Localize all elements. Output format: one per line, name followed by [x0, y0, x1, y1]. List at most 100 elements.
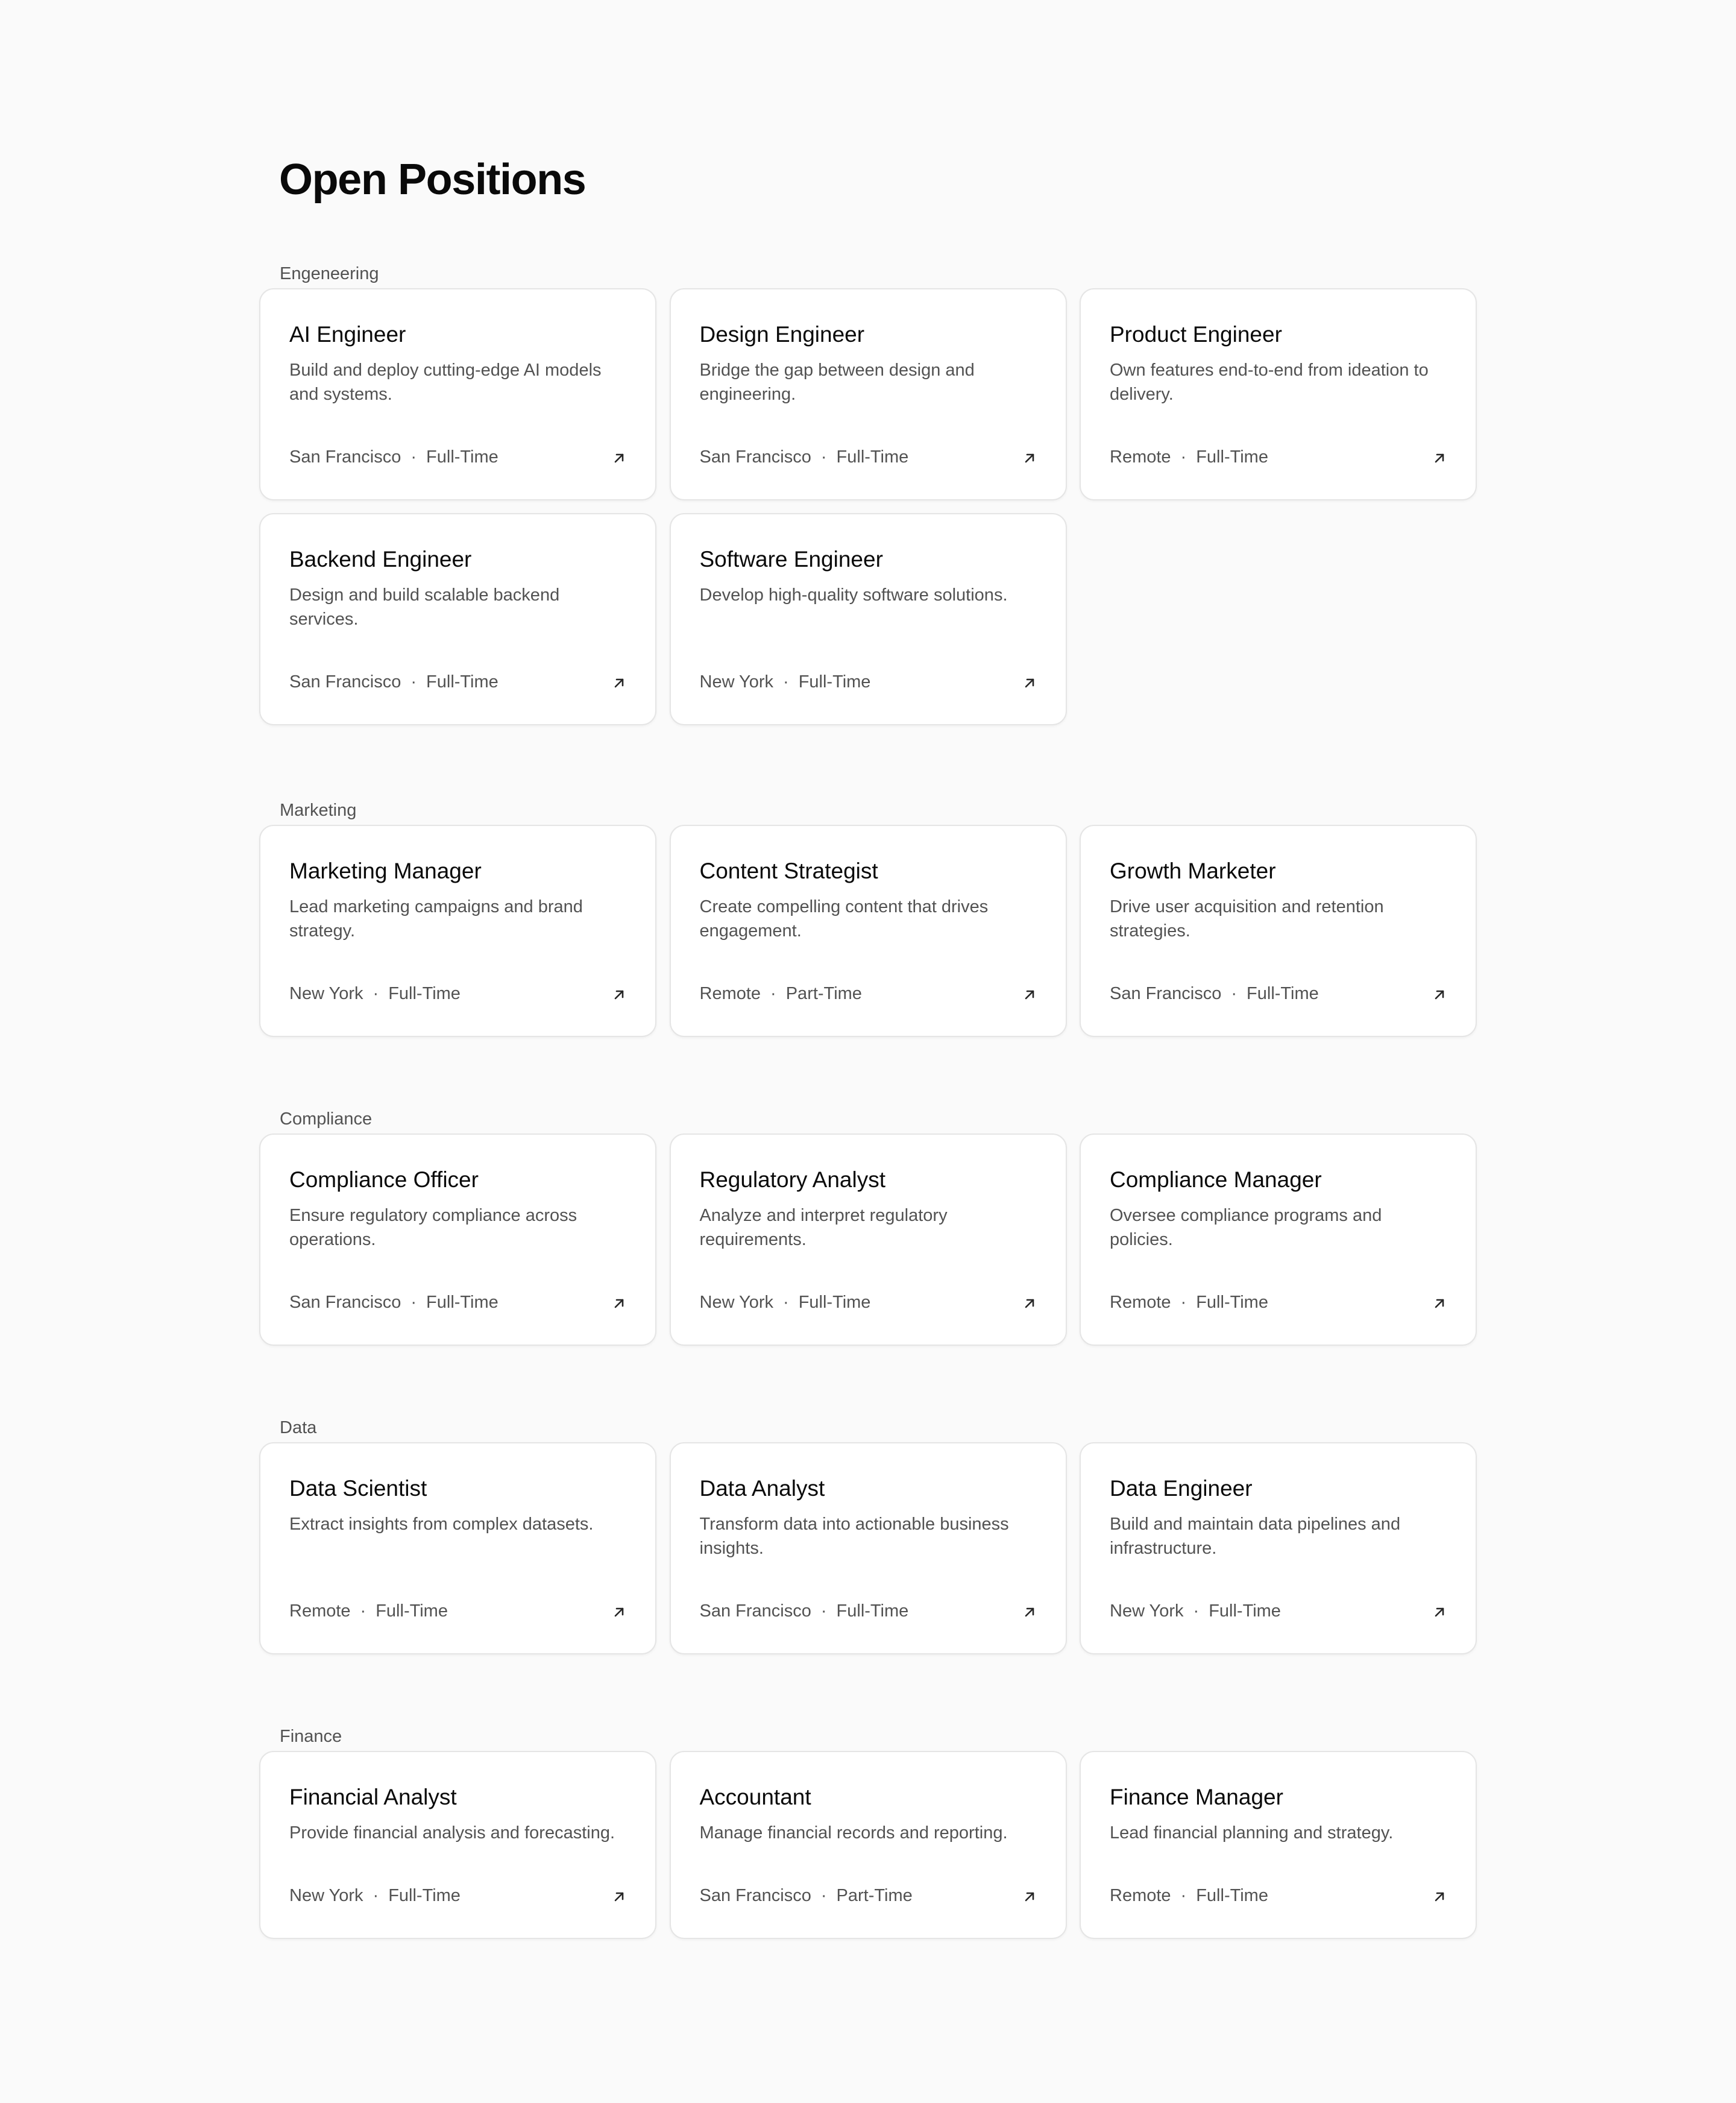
meta-separator: · [770, 984, 776, 1003]
arrow-up-right-icon[interactable] [1022, 1605, 1037, 1619]
job-title: AI Engineer [289, 322, 406, 347]
job-card[interactable]: Financial Analyst Provide financial analy… [259, 1751, 656, 1939]
job-description: Lead financial planning and strategy. [1110, 1823, 1394, 1843]
arrow-up-right-icon[interactable] [1432, 1296, 1447, 1311]
job-location: Remote [1110, 1293, 1171, 1312]
job-location: New York [1110, 1601, 1184, 1621]
job-description: Lead marketing campaigns and brand strat… [289, 897, 583, 941]
meta-separator: · [360, 1601, 366, 1621]
job-location: San Francisco [1110, 984, 1222, 1003]
job-meta: San Francisco · Full-Time [700, 1599, 909, 1623]
meta-separator: · [820, 1601, 827, 1621]
job-location: San Francisco [699, 1886, 811, 1905]
job-card[interactable]: Growth Marketer Drive user acquisition an… [1080, 825, 1477, 1037]
job-location: San Francisco [699, 447, 811, 467]
job-meta: San Francisco · Full-Time [289, 1290, 498, 1314]
job-card[interactable]: Product Engineer Own features end-to-end … [1080, 288, 1477, 500]
job-meta: San Francisco · Full-Time [1110, 982, 1319, 1006]
job-description: Extract insights from complex datasets. [289, 1515, 594, 1534]
job-meta: Remote · Full-Time [1110, 1884, 1268, 1908]
job-card[interactable]: Accountant Manage financial records and r… [669, 1751, 1067, 1939]
arrow-up-right-icon[interactable] [612, 1605, 626, 1619]
job-card[interactable]: Design Engineer Bridge the gap between de… [669, 288, 1067, 500]
job-title: Accountant [699, 1785, 811, 1809]
arrow-up-right-icon[interactable] [1432, 988, 1447, 1002]
job-meta: New York · Full-Time [700, 670, 871, 694]
job-card[interactable]: Finance Manager Lead financial planning a… [1080, 1751, 1477, 1939]
job-type: Full-Time [388, 984, 461, 1003]
arrow-up-right-icon[interactable] [1022, 676, 1037, 690]
job-card[interactable]: AI Engineer Build and deploy cutting-edge… [259, 288, 656, 500]
job-grid: Marketing Manager Lead marketing campaign… [259, 825, 1477, 1037]
job-description: Own features end-to-end from ideation to… [1110, 361, 1429, 404]
job-card[interactable]: Backend Engineer Design and build scalabl… [259, 513, 656, 725]
job-card[interactable]: Regulatory Analyst Analyze and interpret … [669, 1133, 1067, 1346]
job-type: Full-Time [1209, 1601, 1281, 1621]
arrow-up-right-icon[interactable] [1022, 1296, 1037, 1311]
job-card[interactable]: Compliance Manager Oversee compliance pro… [1080, 1133, 1477, 1346]
job-description: Bridge the gap between design and engine… [699, 361, 975, 404]
job-description: Provide financial analysis and forecasti… [289, 1823, 615, 1843]
job-card[interactable]: Software Engineer Develop high-quality so… [669, 513, 1067, 725]
meta-separator: · [1231, 984, 1238, 1003]
job-type: Full-Time [798, 672, 871, 692]
arrow-up-right-icon[interactable] [1022, 451, 1037, 465]
job-title: Product Engineer [1110, 322, 1282, 347]
arrow-up-right-icon[interactable] [1022, 988, 1037, 1002]
job-type: Full-Time [1247, 984, 1319, 1003]
meta-separator: · [1193, 1601, 1200, 1621]
arrow-up-right-icon[interactable] [612, 1890, 626, 1904]
job-type: Part-Time [836, 1886, 913, 1905]
arrow-up-right-icon[interactable] [1432, 1605, 1447, 1619]
job-card[interactable]: Marketing Manager Lead marketing campaign… [259, 825, 656, 1037]
job-type: Full-Time [1196, 1886, 1268, 1905]
job-title: Content Strategist [699, 859, 878, 883]
arrow-up-right-icon[interactable] [1432, 1890, 1447, 1904]
meta-separator: · [1180, 1293, 1187, 1312]
arrow-up-right-icon[interactable] [612, 1296, 626, 1311]
job-meta: San Francisco · Full-Time [289, 445, 498, 469]
job-meta: San Francisco · Full-Time [700, 445, 909, 469]
arrow-up-right-icon[interactable] [612, 676, 626, 690]
job-title: Design Engineer [699, 322, 865, 347]
job-card[interactable]: Data Analyst Transform data into actionab… [669, 1442, 1067, 1654]
job-location: Remote [1110, 447, 1171, 467]
meta-separator: · [373, 1886, 379, 1905]
section-label: Finance [280, 1727, 342, 1746]
arrow-up-right-icon[interactable] [612, 451, 626, 465]
job-meta: New York · Full-Time [289, 982, 461, 1006]
job-card[interactable]: Data Engineer Build and maintain data pip… [1080, 1442, 1477, 1654]
job-type: Full-Time [426, 672, 498, 692]
job-description: Design and build scalable backend servic… [289, 585, 560, 629]
job-meta: New York · Full-Time [1110, 1599, 1281, 1623]
job-grid: AI Engineer Build and deploy cutting-edge… [259, 288, 1477, 725]
job-type: Full-Time [1196, 447, 1268, 467]
meta-separator: · [410, 1293, 417, 1312]
arrow-up-right-icon[interactable] [1432, 451, 1447, 465]
job-location: San Francisco [289, 672, 401, 692]
section-label: Compliance [280, 1109, 373, 1129]
job-description: Drive user acquisition and retention str… [1110, 897, 1384, 941]
job-description: Develop high-quality software solutions. [699, 585, 1008, 605]
meta-separator: · [783, 672, 789, 692]
job-description: Oversee compliance programs and policies… [1110, 1206, 1382, 1249]
arrow-up-right-icon[interactable] [612, 988, 626, 1002]
job-title: Data Engineer [1110, 1476, 1253, 1501]
job-meta: Remote · Full-Time [1110, 1290, 1268, 1314]
job-card[interactable]: Data Scientist Extract insights from comp… [259, 1442, 656, 1654]
job-title: Finance Manager [1110, 1785, 1283, 1809]
job-description: Ensure regulatory compliance across oper… [289, 1206, 577, 1249]
job-card[interactable]: Compliance Officer Ensure regulatory comp… [259, 1133, 656, 1346]
job-location: San Francisco [289, 447, 401, 467]
job-description: Transform data into actionable business … [699, 1515, 1009, 1558]
job-grid: Compliance Officer Ensure regulatory comp… [259, 1133, 1477, 1346]
meta-separator: · [373, 984, 379, 1003]
job-card[interactable]: Content Strategist Create compelling cont… [669, 825, 1067, 1037]
job-title: Compliance Officer [289, 1167, 479, 1192]
section-label: Data [280, 1418, 317, 1437]
arrow-up-right-icon[interactable] [1022, 1890, 1037, 1904]
job-description: Create compelling content that drives en… [699, 897, 989, 941]
job-type: Full-Time [798, 1293, 871, 1312]
job-grid: Data Scientist Extract insights from comp… [259, 1442, 1477, 1654]
job-meta: Remote · Full-Time [289, 1599, 448, 1623]
